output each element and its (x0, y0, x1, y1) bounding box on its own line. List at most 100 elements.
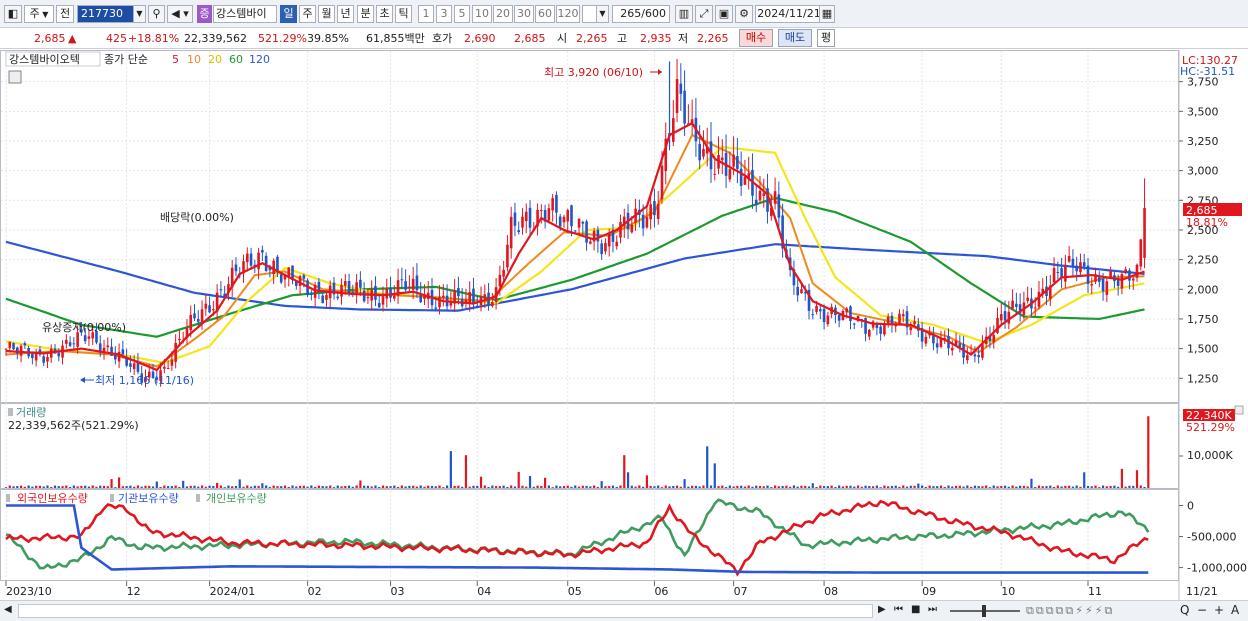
candle-body (641, 214, 645, 229)
font-size-icon[interactable]: A (1231, 603, 1243, 617)
volume-bar (148, 485, 151, 488)
candle-body (604, 242, 607, 252)
interval-10[interactable]: 10 (472, 5, 492, 23)
close-icon[interactable] (1234, 405, 1244, 415)
volume-bar (99, 485, 102, 488)
tab-second[interactable]: 초 (376, 5, 393, 23)
volume-bar (227, 485, 230, 488)
volume-bar (875, 485, 878, 488)
candle-body (257, 252, 260, 270)
legend-ma60: 60 (229, 53, 243, 66)
volume-bar (234, 485, 238, 488)
tab-year[interactable]: 년 (337, 5, 354, 23)
stock-code-input[interactable]: 217730 (77, 5, 135, 23)
volume-bar (834, 486, 837, 488)
last-page-button[interactable]: ⏭ (928, 604, 942, 618)
volume-bar (487, 486, 490, 488)
volume-bar (457, 485, 460, 488)
volume-bar (1041, 486, 1044, 488)
volume-bar (185, 486, 189, 488)
zoom-slider-thumb[interactable] (982, 605, 986, 617)
period-select[interactable]: 주 ▼ (24, 5, 54, 23)
interval-dropdown-icon[interactable]: ▼ (596, 5, 609, 23)
interval-1[interactable]: 1 (418, 5, 434, 23)
stock-dropdown-icon[interactable]: ▼ (133, 5, 146, 23)
volume-bar (453, 485, 456, 488)
volume-bar (155, 481, 158, 488)
chart-canvas[interactable]: 3,7503,5003,2503,0002,7502,5002,2502,000… (0, 50, 1248, 600)
zoom-in-icon[interactable]: + (1214, 603, 1226, 617)
volume-bar (344, 485, 347, 488)
candle-body (72, 343, 76, 345)
volume-bar (921, 485, 924, 488)
candle-body (649, 204, 652, 220)
avg-button[interactable]: 평 (817, 29, 835, 47)
save-icon[interactable]: ▣ (715, 5, 733, 23)
tab-month[interactable]: 월 (318, 5, 335, 23)
volume-bar (721, 485, 724, 488)
volume-bar (212, 485, 215, 488)
first-page-button[interactable]: ⏮ (894, 604, 908, 618)
search-icon[interactable]: ⚲ (148, 5, 165, 23)
sell-button[interactable]: 매도 (778, 29, 812, 47)
volume-bar (189, 485, 192, 488)
candle-body (558, 216, 562, 227)
volume-bar (423, 486, 426, 488)
volume-bar (1090, 486, 1093, 488)
stop-button[interactable]: ■ (911, 604, 925, 618)
candle-body (193, 313, 196, 319)
candle-type-icon[interactable]: ▥ (675, 5, 693, 23)
search-zoom-icon[interactable]: Q (1180, 603, 1192, 617)
volume-bar (170, 486, 173, 488)
low-value: 2,265 (697, 32, 729, 45)
drawing-tools-icon[interactable]: ⧉⧉⧉⧉⧉⚡⚡⚡⧉ (1026, 604, 1176, 618)
date-input[interactable]: 2024/11/21 (755, 5, 823, 23)
volume-bar (593, 485, 596, 488)
interval-30[interactable]: 30 (514, 5, 534, 23)
candle-body (683, 90, 686, 124)
volume-bar (19, 485, 23, 488)
volume-bar (608, 486, 611, 488)
volume-title: 거래량 (16, 406, 46, 419)
scroll-left-icon[interactable]: ◀ (4, 604, 16, 618)
volume-bar (1117, 486, 1120, 488)
candle-body (679, 83, 683, 94)
zoom-out-icon[interactable]: − (1197, 603, 1209, 617)
stock-name-field[interactable]: 강스템바이 (213, 5, 277, 23)
volume-bar (314, 486, 317, 488)
count-input[interactable]: 265/600 (612, 5, 670, 23)
x-tick-label-3: 02 (308, 585, 322, 598)
candle-body (1064, 264, 1067, 282)
data-table-icon[interactable] (8, 70, 22, 84)
candle-body (347, 281, 351, 294)
volume-bar (672, 485, 675, 488)
prev-button[interactable]: 전 (56, 5, 74, 23)
volume-bar (562, 485, 566, 488)
volume-bar (819, 485, 822, 488)
candle-body (573, 230, 577, 232)
interval-60[interactable]: 60 (535, 5, 555, 23)
interval-20[interactable]: 20 (493, 5, 513, 23)
buy-button[interactable]: 매수 (739, 29, 773, 47)
tab-day[interactable]: 일 (280, 5, 297, 23)
tab-week[interactable]: 주 (299, 5, 316, 23)
calendar-icon[interactable]: ▦ (819, 5, 835, 23)
candle-body (800, 289, 803, 294)
interval-3[interactable]: 3 (436, 5, 452, 23)
horizontal-scrollbar[interactable] (18, 604, 873, 618)
candle-body (1015, 303, 1018, 307)
speaker-icon[interactable]: ◀ ▾ (167, 5, 193, 23)
tab-minute[interactable]: 분 (357, 5, 374, 23)
candle-body (234, 264, 238, 272)
gear-icon[interactable]: ⚙ (735, 5, 753, 23)
interval-5[interactable]: 5 (454, 5, 470, 23)
volume-bar (951, 486, 954, 488)
volume-bar (1045, 486, 1048, 488)
chart-settings-icon[interactable]: ◧ (4, 5, 22, 23)
volume-bar (370, 486, 373, 488)
volume-bar (1132, 485, 1135, 488)
crosshair-icon[interactable]: ⤢ (695, 5, 713, 23)
scroll-right-button[interactable]: ▶ (878, 604, 892, 618)
tab-tick[interactable]: 틱 (395, 5, 412, 23)
interval-120[interactable]: 120 (556, 5, 580, 23)
